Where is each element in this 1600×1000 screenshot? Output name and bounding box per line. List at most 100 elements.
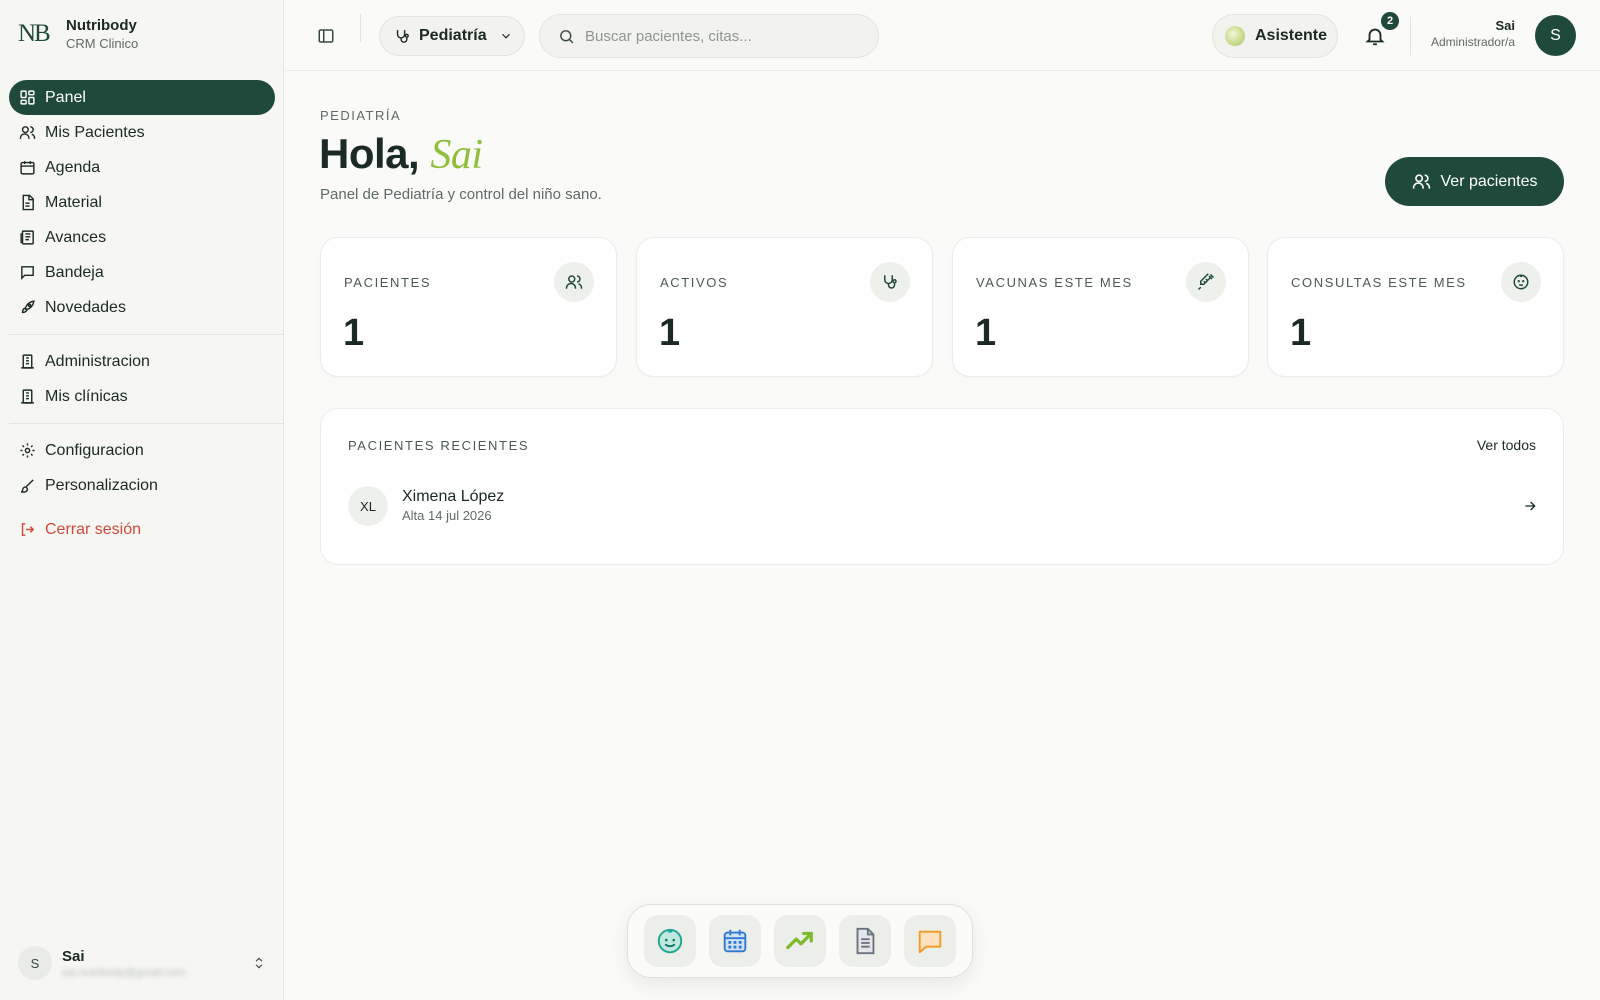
view-all-link[interactable]: Ver todos (1477, 437, 1536, 453)
sidebar-item-label: Configuracion (45, 441, 144, 459)
sidebar-item-novedades[interactable]: Novedades (9, 290, 275, 325)
stat-label: VACUNAS ESTE MES (976, 275, 1133, 290)
bell-icon[interactable] (1364, 24, 1386, 48)
rocket-icon (21, 300, 35, 314)
assistant-orb-icon (1225, 26, 1245, 46)
brush-icon (20, 479, 34, 493)
stat-icon-wrap (1501, 262, 1541, 302)
arrow-right-icon (1525, 501, 1536, 511)
assistant-button[interactable]: Asistente (1212, 14, 1338, 58)
topbar-user-name: Sai (1495, 18, 1515, 33)
sidebar-item-label: Personalizacion (45, 476, 158, 494)
avatar: XL (348, 486, 388, 526)
greeting-name: Sai (430, 132, 483, 178)
stat-icon-wrap (870, 262, 910, 302)
specialty-label: Pediatría (419, 27, 487, 44)
logout-label: Cerrar sesión (45, 520, 142, 538)
sidebar-item-label: Administracion (45, 352, 150, 370)
calendar-icon (723, 929, 747, 953)
chat-icon (21, 266, 34, 280)
stat-value: 1 (1290, 312, 1312, 354)
dock-messages-button[interactable] (904, 915, 956, 967)
search-box (539, 14, 879, 58)
stat-card-activos: ACTIVOS 1 (636, 237, 933, 377)
logout-button[interactable]: Cerrar sesión (9, 512, 275, 547)
sidebar-user-menu[interactable]: S Sai sai.nutribody@gmail.com (18, 946, 266, 980)
topbar-user-role: Administrador/a (1430, 35, 1515, 49)
topbar-user-info[interactable]: Sai Administrador/a (1431, 17, 1515, 51)
stat-card-vacunas: VACUNAS ESTE MES 1 (952, 237, 1249, 377)
sidebar-item-label: Novedades (45, 298, 126, 316)
sidebar-item-label: Avances (45, 228, 107, 246)
list-item[interactable]: XL Ximena López Alta 14 jul 2026 (348, 485, 1538, 527)
section-eyebrow: PEDIATRÍA (320, 108, 402, 123)
syringe-icon (1197, 273, 1215, 291)
recent-patients-title: PACIENTES RECIENTES (348, 438, 530, 453)
sidebar-nav: Panel Mis Pacientes Agenda Material Avan… (9, 80, 284, 547)
sidebar-item-avances[interactable]: Avances (9, 220, 275, 255)
users-icon (1412, 174, 1430, 189)
trending-up-icon (786, 931, 813, 950)
baby-face-icon (657, 928, 683, 954)
brand[interactable]: NB Nutribody CRM Clinico (18, 16, 138, 52)
sidebar-toggle-icon[interactable] (317, 27, 335, 45)
sidebar-item-material[interactable]: Material (9, 185, 275, 220)
search-icon (560, 29, 574, 43)
sidebar-item-agenda[interactable]: Agenda (9, 150, 275, 185)
topbar: Pediatría Asistente 2 Sai Administrador/… (285, 0, 1600, 71)
brand-logo: NB (18, 20, 51, 47)
gear-icon (20, 443, 35, 458)
sidebar-item-configuracion[interactable]: Configuracion (9, 433, 275, 468)
patient-meta: Alta 14 jul 2026 (402, 508, 492, 523)
topbar-divider (360, 14, 361, 42)
recent-patients-card: PACIENTES RECIENTES Ver todos XL Ximena … (320, 408, 1564, 565)
stat-icon-wrap (554, 262, 594, 302)
avatar[interactable]: S (1535, 15, 1576, 56)
topbar-divider (1410, 17, 1411, 55)
sidebar-divider (9, 334, 284, 335)
chevron-down-icon (501, 33, 510, 39)
sidebar-item-mis-clinicas[interactable]: Mis clínicas (9, 379, 275, 414)
baby-face-icon (1513, 274, 1529, 290)
sidebar: NB Nutribody CRM Clinico Panel Mis Pacie… (0, 0, 284, 1000)
stethoscope-icon (396, 29, 409, 43)
users-icon (19, 126, 36, 139)
sidebar-divider (9, 423, 284, 424)
sidebar-item-mis-pacientes[interactable]: Mis Pacientes (9, 115, 275, 150)
brand-subtitle: CRM Clinico (66, 36, 139, 51)
specialty-selector[interactable]: Pediatría (379, 16, 525, 56)
view-patients-button[interactable]: Ver pacientes (1385, 157, 1564, 206)
dock-calendar-button[interactable] (709, 915, 761, 967)
stat-label: PACIENTES (344, 275, 432, 290)
sidebar-user-name: Sai (62, 947, 85, 965)
stat-value: 1 (659, 312, 681, 354)
chevrons-up-down-icon[interactable] (252, 956, 266, 970)
dock-pediatrics-button[interactable] (644, 915, 696, 967)
building-icon (21, 354, 34, 369)
building-icon (21, 389, 34, 404)
document-icon (856, 927, 875, 955)
sidebar-item-bandeja[interactable]: Bandeja (9, 255, 275, 290)
book-icon (20, 230, 34, 245)
page-subtitle: Panel de Pediatría y control del niño sa… (320, 186, 602, 203)
stat-label: ACTIVOS (660, 275, 729, 290)
sidebar-item-panel[interactable]: Panel (9, 80, 275, 115)
patient-name: Ximena López (402, 488, 505, 505)
page-title: Hola, Sai (319, 130, 483, 179)
sidebar-item-administracion[interactable]: Administracion (9, 344, 275, 379)
brand-name: Nutribody (66, 17, 137, 34)
sidebar-item-label: Mis clínicas (45, 387, 128, 405)
stat-icon-wrap (1186, 262, 1226, 302)
stat-value: 1 (975, 312, 997, 354)
calendar-icon (20, 161, 35, 175)
dock-documents-button[interactable] (839, 915, 891, 967)
stethoscope-icon (884, 275, 897, 289)
logout-icon (21, 523, 35, 536)
stat-label: CONSULTAS ESTE MES (1291, 275, 1467, 290)
quick-dock (627, 904, 973, 978)
dock-progress-button[interactable] (774, 915, 826, 967)
sidebar-user-email: sai.nutribody@gmail.com (62, 966, 186, 979)
sidebar-item-personalizacion[interactable]: Personalizacion (9, 468, 275, 503)
search-input[interactable] (585, 27, 855, 45)
stat-value: 1 (343, 312, 365, 354)
